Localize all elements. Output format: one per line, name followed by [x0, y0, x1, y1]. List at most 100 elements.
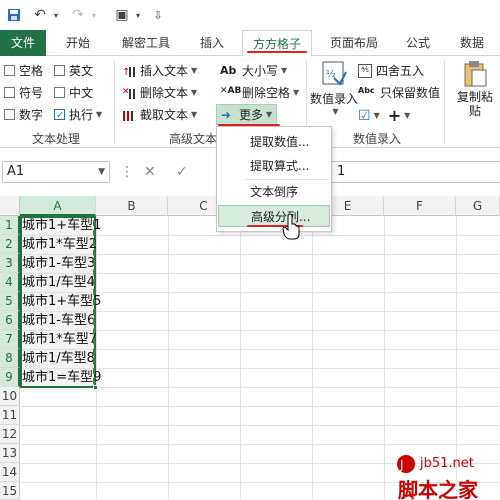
chevron-down-icon: ▼ — [96, 110, 103, 119]
row-header[interactable]: 4 — [0, 273, 20, 292]
cell-a4[interactable]: 城市1/车型4 — [22, 273, 95, 292]
tab-data[interactable]: 数据 — [452, 30, 492, 56]
tab-decrypt-tools[interactable]: 解密工具 — [114, 30, 178, 56]
compute-buttons[interactable]: ☑ ▼ + ▼ — [358, 106, 410, 125]
round-button[interactable]: ⁴⁄₅ 四舍五入 — [358, 62, 424, 79]
checkbox-label: 英文 — [69, 64, 94, 78]
tab-file[interactable]: 文件 — [0, 30, 46, 56]
column-header[interactable]: A — [20, 196, 96, 216]
grid-line — [20, 444, 500, 445]
checkbox-label: 符号 — [19, 86, 44, 100]
copy-paste-button[interactable]: 复制粘贴 — [452, 60, 498, 118]
row-header[interactable]: 10 — [0, 387, 20, 406]
chevron-down-icon: ▼ — [191, 110, 198, 119]
checkbox-space[interactable]: 空格 — [4, 62, 43, 79]
row-header[interactable]: 14 — [0, 463, 20, 482]
save-icon[interactable] — [4, 5, 24, 25]
tab-page-layout[interactable]: 页面布局 — [324, 30, 384, 56]
fill-handle[interactable] — [93, 385, 98, 390]
customize-icon[interactable]: ⇩ — [150, 5, 166, 25]
row-header[interactable]: 3 — [0, 254, 20, 273]
delete-space-button[interactable]: ✕AB 删除空格 ▼ — [220, 84, 299, 101]
extract-text-icon — [122, 108, 136, 122]
row-header[interactable]: 13 — [0, 444, 20, 463]
case-icon: Ab — [220, 63, 237, 77]
redo-dropdown-icon[interactable]: ▾ — [88, 5, 100, 25]
redo-icon[interactable]: ↷ — [68, 5, 88, 25]
menu-item-reverse-text[interactable]: 文本倒序 — [218, 181, 330, 203]
row-header[interactable]: 5 — [0, 292, 20, 311]
menu-item-advanced-split[interactable]: 高级分列... — [218, 205, 330, 227]
cancel-icon[interactable]: ✕ — [144, 161, 156, 183]
checkbox-label: 中文 — [69, 86, 94, 100]
number-input-icon: ½ — [322, 61, 347, 86]
chevron-down-icon: ▼ — [332, 107, 339, 116]
cell-a5[interactable]: 城市1+车型5 — [22, 292, 101, 311]
tab-insert[interactable]: 插入 — [192, 30, 232, 56]
enter-icon[interactable]: ✓ — [176, 161, 188, 183]
undo-dropdown-icon[interactable]: ▾ — [50, 5, 62, 25]
checkbox-symbol[interactable]: 符号 — [4, 84, 43, 101]
name-box[interactable]: A1 ▼ — [2, 161, 110, 183]
cell-a1[interactable]: 城市1+车型1 — [22, 216, 101, 235]
grid-line — [96, 216, 97, 500]
cell-a7[interactable]: 城市1*车型7 — [22, 330, 97, 349]
undo-icon[interactable]: ↶ — [30, 5, 50, 25]
checkbox-chinese[interactable]: 中文 — [54, 84, 93, 101]
menu-item-extract-formula[interactable]: 提取算式... — [218, 155, 330, 177]
screenshot-icon[interactable]: ▣ — [112, 5, 132, 25]
column-header[interactable]: F — [384, 196, 456, 216]
row-header[interactable]: 9 — [0, 368, 20, 387]
chevron-down-icon[interactable]: ▼ — [98, 162, 105, 182]
tab-home[interactable]: 开始 — [58, 30, 98, 56]
execute-button[interactable]: 执行▼ — [54, 106, 102, 123]
cell-a2[interactable]: 城市1*车型2 — [22, 235, 97, 254]
extract-text-label: 截取文本 — [140, 108, 189, 122]
ribbon-tabs: 文件 开始 解密工具 插入 方方格子 页面布局 公式 数据 — [0, 30, 500, 57]
check-square-icon: ☑ — [358, 107, 371, 124]
column-header[interactable]: B — [96, 196, 168, 216]
tab-fangfang-gezi[interactable]: 方方格子 — [242, 30, 312, 57]
row-header[interactable]: 8 — [0, 349, 20, 368]
case-button[interactable]: Ab 大小写 ▼ — [220, 62, 287, 79]
cell-a3[interactable]: 城市1-车型3 — [22, 254, 95, 273]
tab-formulas[interactable]: 公式 — [398, 30, 438, 56]
checkbox-number[interactable]: 数字 — [4, 106, 43, 123]
checkbox-icon — [4, 109, 15, 120]
cell-a9[interactable]: 城市1=车型9 — [22, 368, 101, 387]
cell-a6[interactable]: 城市1-车型6 — [22, 311, 95, 330]
grid-line — [240, 216, 241, 500]
arrow-right-icon: ➜ — [221, 107, 232, 122]
number-input-button[interactable]: ½ 数值录入 ▼ — [310, 60, 358, 116]
row-header[interactable]: 6 — [0, 311, 20, 330]
menu-item-extract-number[interactable]: 提取数值... — [218, 131, 330, 153]
chevron-down-icon: ▼ — [281, 66, 288, 75]
more-label: 更多 — [239, 108, 264, 122]
svg-text:✕: ✕ — [122, 87, 130, 97]
row-header[interactable]: 12 — [0, 425, 20, 444]
keep-value-button[interactable]: Abc 只保留数值 — [358, 84, 440, 101]
delete-text-button[interactable]: ✕ 删除文本 ▼ — [122, 84, 197, 101]
more-dots-icon: ⋮ — [120, 164, 134, 180]
row-header[interactable]: 1 — [0, 216, 20, 235]
row-header[interactable]: 7 — [0, 330, 20, 349]
row-header[interactable]: 11 — [0, 406, 20, 425]
plus-icon: + — [387, 106, 402, 125]
grid-line — [20, 425, 500, 426]
column-header[interactable]: G — [456, 196, 500, 216]
insert-text-button[interactable]: ↑ 插入文本 ▼ — [122, 62, 197, 79]
extract-text-button[interactable]: 截取文本 ▼ — [122, 106, 197, 123]
cell-a8[interactable]: 城市1/车型8 — [22, 349, 95, 368]
tab-fangfang-gezi-label: 方方格子 — [252, 37, 301, 51]
more-button[interactable]: ➜ 更多 ▼ — [216, 104, 278, 125]
checkbox-label: 空格 — [19, 64, 44, 78]
screenshot-dropdown-icon[interactable]: ▾ — [132, 5, 144, 25]
annotation-dashed-line — [93, 220, 95, 384]
round-icon: ⁴⁄₅ — [358, 63, 372, 78]
row-header[interactable]: 15 — [0, 482, 20, 500]
chevron-down-icon: ▼ — [266, 110, 273, 119]
checkbox-english[interactable]: 英文 — [54, 62, 93, 79]
row-header[interactable]: 2 — [0, 235, 20, 254]
select-all-corner[interactable] — [0, 196, 20, 216]
checkbox-icon — [4, 87, 15, 98]
